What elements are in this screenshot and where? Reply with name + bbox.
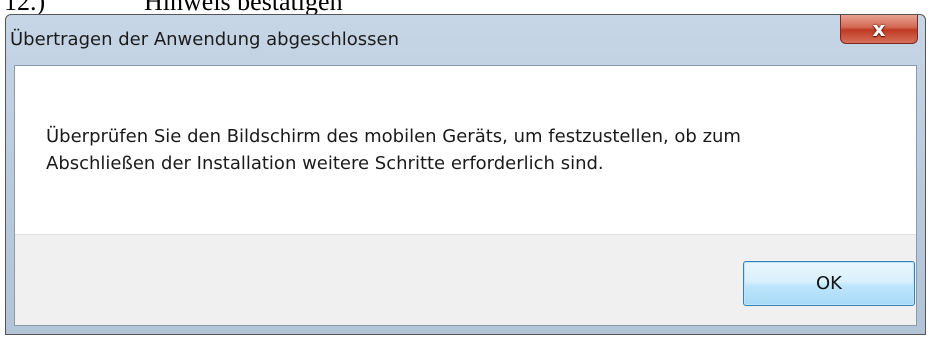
dialog-content: Überprüfen Sie den Bildschirm des mobile… [14,65,917,326]
ok-button[interactable]: OK [743,261,915,306]
dialog-message: Überprüfen Sie den Bildschirm des mobile… [46,123,866,177]
dialog-titlebar[interactable]: Übertragen der Anwendung abgeschlossen x [6,15,925,65]
message-line: Abschließen der Installation weitere Sch… [46,153,604,174]
dialog-window: Übertragen der Anwendung abgeschlossen x… [5,14,926,335]
close-button[interactable]: x [840,15,918,44]
document-step-heading: 12.)Hinweis bestätigen [4,0,924,14]
message-line: Überprüfen Sie den Bildschirm des mobile… [46,126,741,147]
message-area: Überprüfen Sie den Bildschirm des mobile… [15,66,916,234]
dialog-button-bar: OK [15,234,916,325]
close-icon: x [872,16,886,41]
dialog-title: Übertragen der Anwendung abgeschlossen [10,29,400,50]
step-title: Hinweis bestätigen [144,0,343,14]
step-number: 12.) [4,0,144,14]
